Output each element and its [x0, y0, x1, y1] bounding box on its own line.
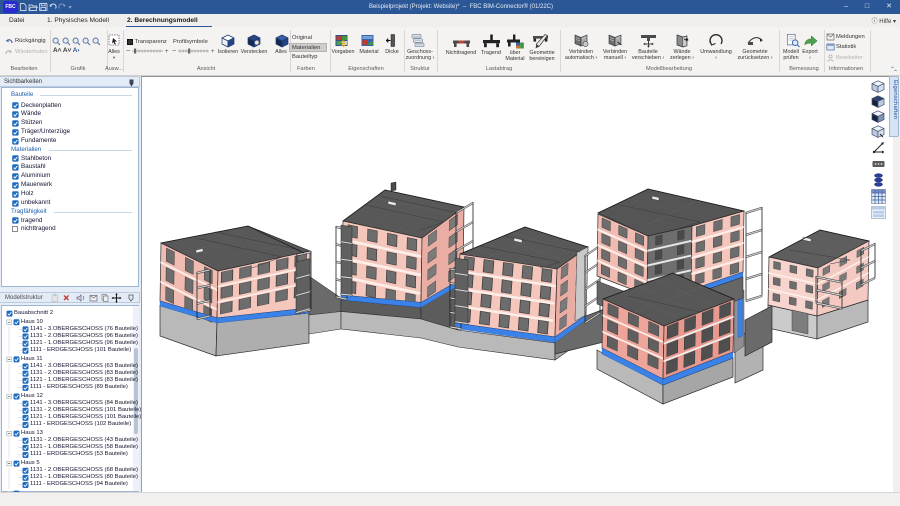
svg-text:+: + — [165, 49, 169, 55]
svg-text:−: − — [126, 48, 130, 55]
svg-text:−: − — [172, 48, 176, 55]
svg-text:$: $ — [341, 40, 346, 49]
